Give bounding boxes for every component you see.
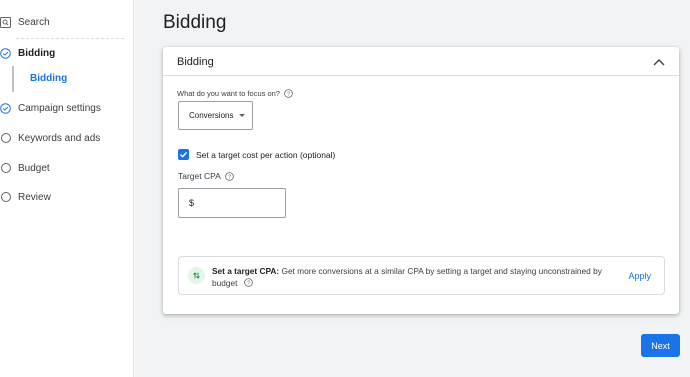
circle-icon xyxy=(0,163,11,174)
sidebar-item-label: Budget xyxy=(18,162,50,174)
circle-icon xyxy=(0,192,11,203)
sidebar-item-label: Review xyxy=(18,191,51,203)
sidebar-item-label: Bidding xyxy=(18,47,56,59)
trending-arrows-icon xyxy=(188,267,205,284)
help-icon[interactable]: ? xyxy=(284,89,293,98)
target-cpa-label-text: Target CPA xyxy=(178,171,221,181)
svg-text:?: ? xyxy=(287,92,290,98)
sidebar-item-label: Search xyxy=(18,16,50,28)
checkmark-icon xyxy=(180,151,188,158)
sidebar-item-label: Campaign settings xyxy=(18,102,101,114)
sidebar-divider xyxy=(16,38,124,39)
recommendation-title: Set a target CPA: xyxy=(212,266,280,276)
target-cpa-label: Target CPA ? xyxy=(178,171,234,181)
focus-dropdown-value: Conversions xyxy=(189,111,234,120)
circle-icon xyxy=(0,133,11,144)
sidebar-item-budget[interactable]: Budget xyxy=(0,158,50,178)
check-circle-icon xyxy=(0,102,11,114)
apply-button[interactable]: Apply xyxy=(628,271,651,281)
collapse-button[interactable] xyxy=(651,54,667,70)
focus-dropdown[interactable]: Conversions xyxy=(178,101,253,130)
recommendation-text: Set a target CPA: Get more conversions a… xyxy=(212,265,622,289)
sidebar-item-review[interactable]: Review xyxy=(0,187,51,207)
recommendation-box: Set a target CPA: Get more conversions a… xyxy=(178,256,665,295)
search-icon xyxy=(0,16,11,28)
check-circle-icon xyxy=(0,47,11,59)
bidding-card: Bidding What do you want to focus on? ? … xyxy=(163,47,679,314)
sidebar-item-keywords-and-ads[interactable]: Keywords and ads xyxy=(0,128,100,148)
help-icon[interactable]: ? xyxy=(225,171,234,181)
sidebar-item-label: Keywords and ads xyxy=(18,132,101,144)
sidebar-item-campaign-settings[interactable]: Campaign settings xyxy=(0,98,101,118)
sidebar: Search Bidding Bidding Campaign settings… xyxy=(0,0,134,377)
sidebar-subitem-bidding[interactable]: Bidding xyxy=(0,66,134,92)
sidebar-sub-indicator xyxy=(12,66,14,92)
sidebar-item-bidding[interactable]: Bidding xyxy=(0,43,55,63)
page-title: Bidding xyxy=(163,12,227,33)
target-cpa-input-value: $ xyxy=(189,198,195,208)
help-icon[interactable]: ? xyxy=(243,278,253,287)
svg-text:?: ? xyxy=(228,174,231,180)
chevron-up-icon xyxy=(653,59,665,66)
card-header: Bidding xyxy=(163,47,679,76)
target-cpa-checkbox[interactable] xyxy=(178,149,189,160)
focus-question-label: What do you want to focus on? xyxy=(177,89,280,98)
card-title: Bidding xyxy=(177,56,214,68)
main-content: Bidding Bidding What do you want to focu… xyxy=(135,0,690,377)
focus-question: What do you want to focus on? ? xyxy=(177,89,293,98)
dropdown-arrow-icon xyxy=(239,114,246,117)
svg-text:?: ? xyxy=(247,281,250,287)
target-cpa-checkbox-label: Set a target cost per action (optional) xyxy=(196,150,336,160)
sidebar-item-search[interactable]: Search xyxy=(0,12,50,32)
next-button[interactable]: Next xyxy=(641,334,680,357)
sidebar-subitem-label: Bidding xyxy=(30,73,68,84)
target-cpa-input[interactable]: $ xyxy=(178,188,286,218)
